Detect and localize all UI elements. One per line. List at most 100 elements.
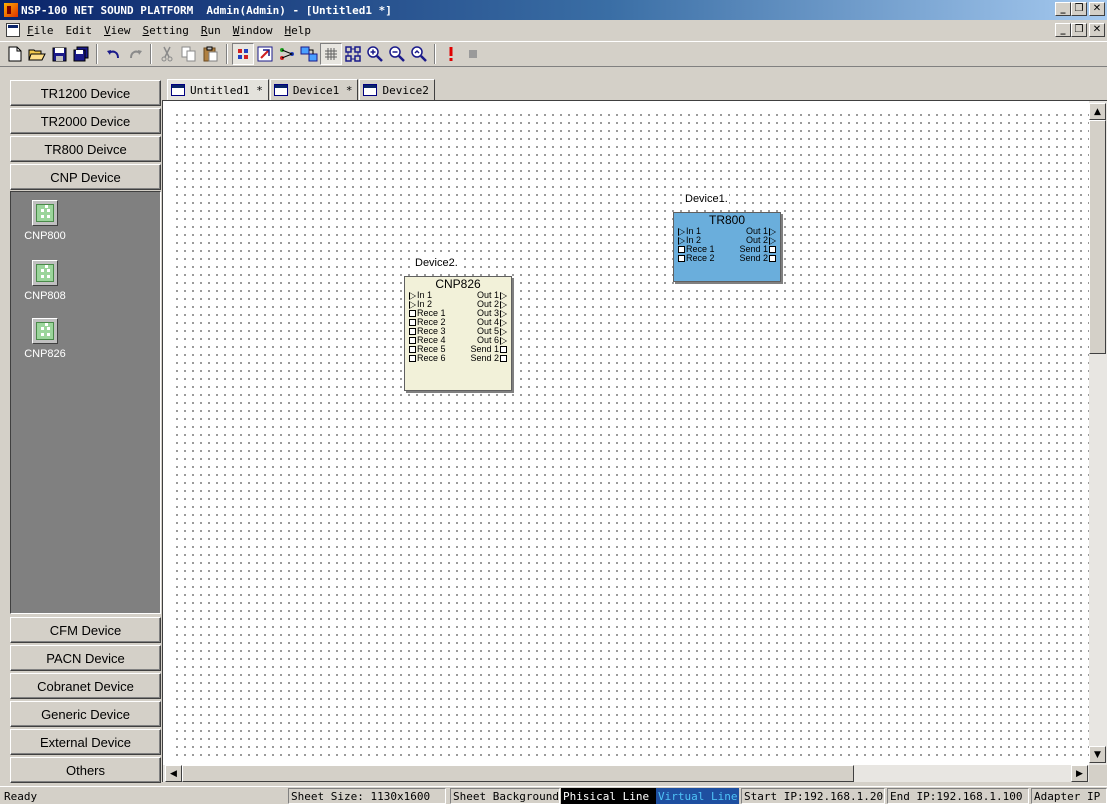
tab-device1[interactable]: Device1 *: [269, 79, 359, 100]
grid-icon[interactable]: [320, 43, 342, 65]
device-block-tr800[interactable]: TR800 In 1 Out 1 In 2 Out 2 Rece 1 Send 1 Rece…: [673, 212, 781, 282]
horizontal-scrollbar[interactable]: ◀ ▶: [163, 765, 1089, 782]
scroll-up-arrow-icon[interactable]: ▲: [1089, 103, 1106, 120]
receive-square-icon: [409, 310, 416, 317]
group-icon[interactable]: [298, 43, 320, 65]
output-arrow-icon: [769, 236, 776, 245]
send-square-icon: [500, 346, 507, 353]
toolbar-separator: [150, 44, 152, 64]
toolbar-separator: [226, 44, 228, 64]
drag-line-icon[interactable]: [254, 43, 276, 65]
output-arrow-icon: [500, 336, 507, 345]
status-bar: Ready Sheet Size: 1130x1600 Sheet Backgr…: [0, 786, 1107, 804]
input-arrow-icon: [409, 300, 416, 309]
receive-port[interactable]: Rece 2: [677, 254, 715, 263]
doc-close-button[interactable]: ✕: [1089, 23, 1105, 37]
menu-run[interactable]: Run: [200, 24, 222, 37]
device-library-panel: TR1200 Device TR2000 Device TR800 Deivce…: [0, 80, 164, 784]
toolbar: [0, 41, 1107, 67]
send-port[interactable]: Send 2: [739, 254, 777, 263]
doc-restore-button[interactable]: ❒: [1071, 23, 1087, 37]
category-cnp-device[interactable]: CNP Device: [10, 164, 161, 190]
device-item-label: CNP826: [24, 348, 66, 360]
paste-icon[interactable]: [200, 43, 222, 65]
menu-file-rest: ile: [33, 23, 54, 37]
redo-icon[interactable]: [124, 43, 146, 65]
connect-icon[interactable]: [276, 43, 298, 65]
device-module-icon: [32, 260, 58, 286]
stop-icon[interactable]: [462, 43, 484, 65]
device-item-cnp800[interactable]: CNP800: [15, 200, 75, 242]
app-logo-icon[interactable]: [4, 3, 18, 17]
receive-square-icon: [678, 246, 685, 253]
menu-setting[interactable]: Setting: [142, 24, 190, 37]
scroll-left-arrow-icon[interactable]: ◀: [165, 765, 182, 782]
menu-file[interactable]: File: [26, 24, 55, 37]
zoom-out-icon[interactable]: [386, 43, 408, 65]
category-cfm-device[interactable]: CFM Device: [10, 617, 161, 643]
status-sheet-background[interactable]: Sheet Background: [450, 788, 560, 804]
vertical-scrollbar[interactable]: ▲ ▼: [1089, 101, 1107, 765]
document-icon: [171, 84, 185, 96]
minimize-button[interactable]: _: [1055, 2, 1071, 16]
zoom-in-icon[interactable]: [364, 43, 386, 65]
menu-edit[interactable]: Edit: [65, 24, 94, 37]
design-canvas[interactable]: Device1. TR800 In 1 Out 1 In 2 Out 2 Rece 1S…: [171, 109, 1089, 759]
category-cobranet-device[interactable]: Cobranet Device: [10, 673, 161, 699]
doc-minimize-button[interactable]: _: [1055, 23, 1071, 37]
align-icon[interactable]: [342, 43, 364, 65]
restore-button[interactable]: ❒: [1071, 2, 1087, 16]
status-adapter-ip: Adapter IP: [1031, 788, 1107, 804]
port-list: In 1 Out 1 In 2 Out 2 Rece 1 Send 1 Rece 2 Send…: [674, 227, 780, 263]
new-file-icon[interactable]: [4, 43, 26, 65]
document-menu-icon[interactable]: [6, 23, 20, 37]
vertical-scroll-thumb[interactable]: [1089, 120, 1106, 354]
port-label: Send 2: [470, 353, 499, 363]
window-controls: _ ❒ ✕: [1055, 2, 1105, 16]
category-tr2000-device[interactable]: TR2000 Device: [10, 108, 161, 134]
menu-view[interactable]: View: [103, 24, 132, 37]
category-generic-device[interactable]: Generic Device: [10, 701, 161, 727]
category-pacn-device[interactable]: PACN Device: [10, 645, 161, 671]
zoom-fit-icon[interactable]: [408, 43, 430, 65]
device-block-cnp826[interactable]: CNP826 In 1 Out 1 In 2 Out 2 Rece 1 Out 3 Rece…: [404, 276, 512, 391]
device-item-cnp808[interactable]: CNP808: [15, 260, 75, 302]
status-virtual-line[interactable]: Virtual Line: [656, 788, 739, 804]
category-tr800-device[interactable]: TR800 Deivce: [10, 136, 161, 162]
menu-view-key: V: [104, 23, 111, 37]
select-device-icon[interactable]: [232, 43, 254, 65]
tab-device2[interactable]: Device2: [359, 79, 435, 100]
tab-untitled1[interactable]: Untitled1 *: [167, 79, 269, 100]
menu-help[interactable]: Help: [284, 24, 313, 37]
output-arrow-icon: [500, 327, 507, 336]
save-icon[interactable]: [48, 43, 70, 65]
undo-icon[interactable]: [102, 43, 124, 65]
horizontal-scroll-thumb[interactable]: [182, 765, 854, 782]
device-module-icon: [32, 200, 58, 226]
cut-icon[interactable]: [156, 43, 178, 65]
output-arrow-icon: [769, 227, 776, 236]
menu-window[interactable]: Window: [232, 24, 274, 37]
category-others[interactable]: Others: [10, 757, 161, 783]
status-physical-line[interactable]: Phisical Line: [561, 788, 656, 804]
close-button[interactable]: ✕: [1089, 2, 1105, 16]
category-tr1200-device[interactable]: TR1200 Device: [10, 80, 161, 106]
port-label: Rece 2: [686, 253, 715, 263]
category-external-device[interactable]: External Device: [10, 729, 161, 755]
receive-square-icon: [409, 355, 416, 362]
port-row: Rece 6 Send 2: [405, 354, 511, 363]
run-icon[interactable]: [440, 43, 462, 65]
document-tabs: Untitled1 * Device1 * Device2: [167, 79, 436, 100]
device-item-cnp826[interactable]: CNP826: [15, 318, 75, 360]
open-folder-icon[interactable]: [26, 43, 48, 65]
status-end-ip: End IP:192.168.1.100: [887, 788, 1029, 804]
send-square-icon: [769, 246, 776, 253]
scroll-right-arrow-icon[interactable]: ▶: [1071, 765, 1088, 782]
receive-square-icon: [409, 337, 416, 344]
save-all-icon[interactable]: [70, 43, 92, 65]
send-port[interactable]: Send 2: [470, 354, 508, 363]
copy-icon[interactable]: [178, 43, 200, 65]
receive-port[interactable]: Rece 6: [408, 354, 446, 363]
port-row: Rece 2 Send 2: [674, 254, 780, 263]
scroll-down-arrow-icon[interactable]: ▼: [1089, 746, 1106, 763]
